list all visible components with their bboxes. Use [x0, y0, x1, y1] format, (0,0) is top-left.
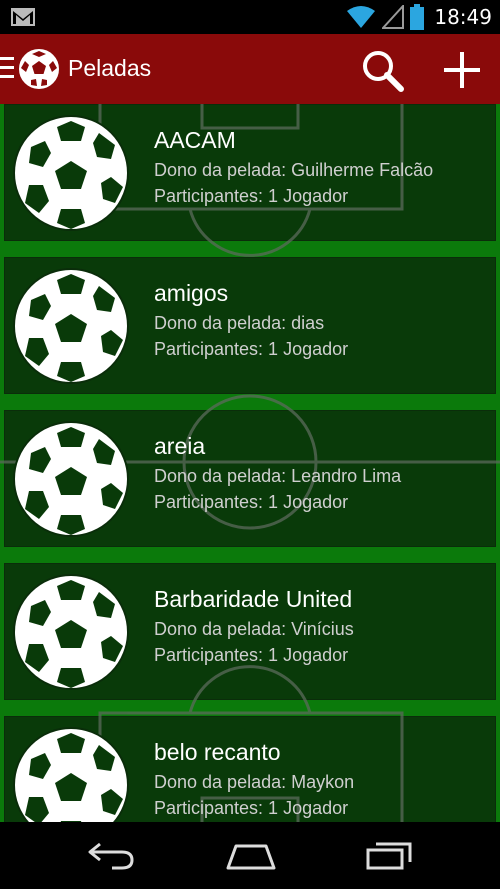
- status-bar: 18:49: [0, 0, 500, 34]
- pelada-owner: Dono da pelada: dias: [154, 313, 325, 333]
- action-bar: Peladas: [0, 34, 500, 104]
- gmail-notification-icon: [11, 8, 35, 26]
- pelada-name: AACAM: [154, 127, 236, 153]
- soccer-ball-icon: [13, 421, 129, 537]
- pelada-name: Barbaridade United: [154, 586, 353, 612]
- list-item[interactable]: belo recanto Dono da pelada: Maykon Part…: [4, 716, 496, 822]
- cell-signal-icon: [382, 5, 405, 29]
- back-icon[interactable]: [86, 838, 136, 872]
- pelada-name: amigos: [154, 280, 229, 306]
- search-icon[interactable]: [360, 48, 406, 94]
- pelada-owner: Dono da pelada: Vinícius: [154, 619, 354, 639]
- plus-icon[interactable]: [440, 48, 484, 92]
- recent-apps-icon[interactable]: [364, 838, 416, 872]
- wifi-icon: [347, 6, 376, 28]
- battery-icon: [410, 4, 425, 30]
- pelada-participants: Participantes: 1 Jogador: [154, 339, 349, 359]
- pelada-participants: Participantes: 1 Jogador: [154, 645, 349, 665]
- pelada-participants: Participantes: 1 Jogador: [154, 492, 349, 512]
- pelada-owner: Dono da pelada: Guilherme Falcão: [154, 160, 434, 180]
- soccer-ball-icon: [13, 727, 129, 822]
- list-item[interactable]: Barbaridade United Dono da pelada: Viníc…: [4, 563, 496, 700]
- page-title: Peladas: [68, 55, 152, 81]
- pelada-name: areia: [154, 433, 206, 459]
- navigation-bar: [0, 822, 500, 889]
- pelada-name: belo recanto: [154, 739, 281, 765]
- pelada-owner: Dono da pelada: Maykon: [154, 772, 355, 792]
- home-icon[interactable]: [224, 838, 278, 872]
- peladas-list[interactable]: AACAM Dono da pelada: Guilherme Falcão P…: [0, 104, 500, 822]
- list-item[interactable]: AACAM Dono da pelada: Guilherme Falcão P…: [4, 104, 496, 241]
- soccer-ball-icon: [13, 115, 129, 231]
- soccer-ball-icon: [13, 268, 129, 384]
- list-item[interactable]: areia Dono da pelada: Leandro Lima Parti…: [4, 410, 496, 547]
- status-time: 18:49: [434, 5, 492, 29]
- list-item[interactable]: amigos Dono da pelada: dias Participante…: [4, 257, 496, 394]
- pelada-participants: Participantes: 1 Jogador: [154, 798, 349, 818]
- pelada-owner: Dono da pelada: Leandro Lima: [154, 466, 402, 486]
- soccer-ball-icon: [13, 574, 129, 690]
- hamburger-menu-icon[interactable]: [0, 57, 14, 81]
- soccer-ball-logo-icon[interactable]: [18, 48, 60, 90]
- pelada-participants: Participantes: 1 Jogador: [154, 186, 349, 206]
